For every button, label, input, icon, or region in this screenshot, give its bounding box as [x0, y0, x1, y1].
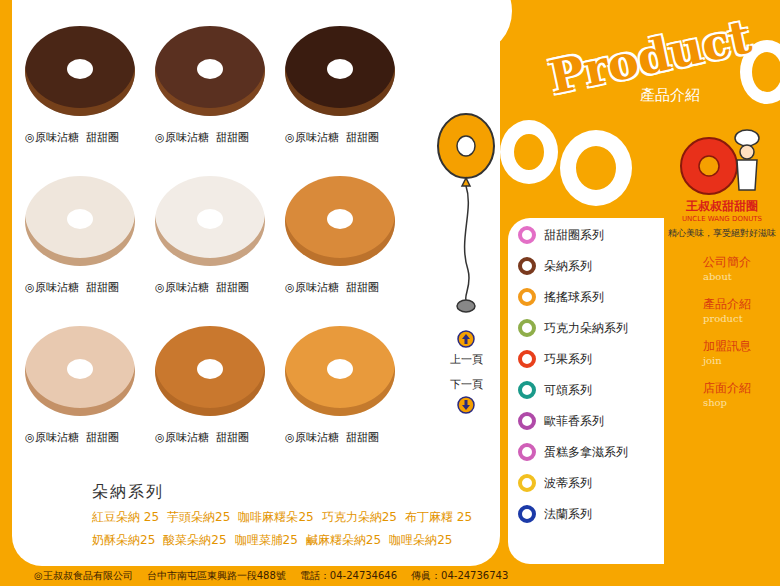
- flavor-row: 奶酥朵納25 酸菜朵納25 咖哩菜脯25 鹹麻糬朵納25 咖哩朵納25: [92, 532, 500, 549]
- product-caption: ◎原味沾糖 甜甜圈: [155, 130, 249, 145]
- right-column: Product產品介紹甜甜圈系列朵納系列搖搖球系列巧克力朵納系列巧果系列可頌系列…: [500, 0, 780, 566]
- nav-link[interactable]: 加盟訊息join: [703, 338, 751, 366]
- arrow-down-icon: [457, 396, 475, 414]
- donut-photo: [155, 26, 265, 116]
- flavor-link[interactable]: 紅豆朵納 25: [92, 509, 159, 526]
- category-item[interactable]: 甜甜圈系列: [518, 226, 664, 244]
- nav-link[interactable]: 產品介紹product: [703, 296, 751, 324]
- donut-photo: [155, 176, 265, 266]
- donut-icon: [518, 257, 536, 275]
- product-card[interactable]: ◎原味沾糖 甜甜圈: [155, 326, 285, 476]
- category-item[interactable]: 巧克力朵納系列: [518, 319, 664, 337]
- product-card[interactable]: ◎原味沾糖 甜甜圈: [25, 26, 155, 176]
- donut-icon: [518, 288, 536, 306]
- prev-page-button[interactable]: 上一頁: [450, 330, 483, 367]
- donut-photo: [155, 326, 265, 416]
- product-card[interactable]: ◎原味沾糖 甜甜圈: [25, 326, 155, 476]
- category-item[interactable]: 朵納系列: [518, 257, 664, 275]
- flavor-link[interactable]: 布丁麻糬 25: [405, 509, 472, 526]
- product-card[interactable]: ◎原味沾糖 甜甜圈: [285, 176, 415, 326]
- arrow-up-icon: [457, 330, 475, 348]
- flavor-link[interactable]: 奶酥朵納25: [92, 532, 155, 549]
- donut-icon: [518, 226, 536, 244]
- product-caption: ◎原味沾糖 甜甜圈: [285, 430, 379, 445]
- category-list: 甜甜圈系列朵納系列搖搖球系列巧克力朵納系列巧果系列可頌系列歐菲香系列蛋糕多拿滋系…: [508, 218, 664, 564]
- decor-ring: [560, 130, 632, 206]
- series-section: 朵納系列紅豆朵納 25 芋頭朵納25 咖啡麻糬朵25 巧克力朵納25 布丁麻糬 25 奶酥…: [12, 476, 500, 555]
- donut-icon: [518, 350, 536, 368]
- balloon-icon: [434, 110, 498, 320]
- donut-photo: [285, 176, 395, 266]
- footer: ◎王叔叔食品有限公司台中市南屯區東興路一段488號電話：04-24734646傳…: [0, 566, 780, 586]
- donut-photo: [285, 26, 395, 116]
- donut-photo: [25, 26, 135, 116]
- main-nav: 公司簡介about 產品介紹product 加盟訊息join 店面介紹shop: [693, 254, 751, 408]
- flavor-link[interactable]: 咖哩菜脯25: [235, 532, 298, 549]
- nav-link[interactable]: 店面介紹shop: [703, 380, 751, 408]
- donut-icon: [518, 319, 536, 337]
- category-item[interactable]: 歐菲香系列: [518, 412, 664, 430]
- product-caption: ◎原味沾糖 甜甜圈: [25, 130, 119, 145]
- product-caption: ◎原味沾糖 甜甜圈: [285, 280, 379, 295]
- category-item[interactable]: 巧果系列: [518, 350, 664, 368]
- donut-icon: [518, 412, 536, 430]
- product-caption: ◎原味沾糖 甜甜圈: [155, 280, 249, 295]
- donut-icon: [518, 505, 536, 523]
- product-caption: ◎原味沾糖 甜甜圈: [285, 130, 379, 145]
- product-card[interactable]: ◎原味沾糖 甜甜圈: [155, 176, 285, 326]
- category-item[interactable]: 波蒂系列: [518, 474, 664, 492]
- donut-photo: [25, 176, 135, 266]
- product-card[interactable]: ◎原味沾糖 甜甜圈: [155, 26, 285, 176]
- product-card[interactable]: ◎原味沾糖 甜甜圈: [25, 176, 155, 326]
- donut-photo: [25, 326, 135, 416]
- product-card[interactable]: ◎原味沾糖 甜甜圈: [285, 326, 415, 476]
- category-item[interactable]: 可頌系列: [518, 381, 664, 399]
- series-title: 朵納系列: [92, 482, 500, 503]
- product-grid: ◎原味沾糖 甜甜圈 ◎原味沾糖 甜甜圈 ◎原味沾糖 甜甜圈 ◎原味沾糖 甜甜圈 ◎原味沾…: [12, 0, 415, 476]
- category-item[interactable]: 搖搖球系列: [518, 288, 664, 306]
- product-caption: ◎原味沾糖 甜甜圈: [25, 430, 119, 445]
- nav-link[interactable]: 公司簡介about: [703, 254, 751, 282]
- product-panel: ◎原味沾糖 甜甜圈 ◎原味沾糖 甜甜圈 ◎原味沾糖 甜甜圈 ◎原味沾糖 甜甜圈 ◎原味沾…: [12, 0, 500, 566]
- pager-column: 上一頁下一頁: [432, 0, 500, 476]
- flavor-link[interactable]: 咖啡麻糬朵25: [238, 509, 313, 526]
- brand-logo[interactable]: 王叔叔甜甜圈UNCLE WANG DONUTS: [677, 128, 767, 223]
- category-item[interactable]: 蛋糕多拿滋系列: [518, 443, 664, 461]
- page-subtitle: 產品介紹: [640, 86, 700, 105]
- page: ◎原味沾糖 甜甜圈 ◎原味沾糖 甜甜圈 ◎原味沾糖 甜甜圈 ◎原味沾糖 甜甜圈 ◎原味沾…: [0, 0, 780, 586]
- decor-ring: [500, 120, 558, 184]
- product-caption: ◎原味沾糖 甜甜圈: [25, 280, 119, 295]
- product-card[interactable]: ◎原味沾糖 甜甜圈: [285, 26, 415, 176]
- flavor-link[interactable]: 鹹麻糬朵納25: [306, 532, 381, 549]
- product-caption: ◎原味沾糖 甜甜圈: [155, 430, 249, 445]
- category-item[interactable]: 法蘭系列: [518, 505, 664, 523]
- slogan: 精心美味，享受絕對好滋味: [668, 227, 776, 240]
- donut-icon: [518, 381, 536, 399]
- next-page-button[interactable]: 下一頁: [450, 377, 483, 414]
- chef-donut-icon: [677, 128, 767, 198]
- page-header: Product產品介紹: [500, 0, 780, 120]
- donut-photo: [285, 326, 395, 416]
- flavor-link[interactable]: 巧克力朵納25: [322, 509, 397, 526]
- flavor-link[interactable]: 咖哩朵納25: [389, 532, 452, 549]
- flavor-link[interactable]: 芋頭朵納25: [167, 509, 230, 526]
- flavor-link[interactable]: 酸菜朵納25: [163, 532, 226, 549]
- donut-icon: [518, 474, 536, 492]
- flavor-row: 紅豆朵納 25 芋頭朵納25 咖啡麻糬朵25 巧克力朵納25 布丁麻糬 25: [92, 509, 500, 526]
- donut-icon: [518, 443, 536, 461]
